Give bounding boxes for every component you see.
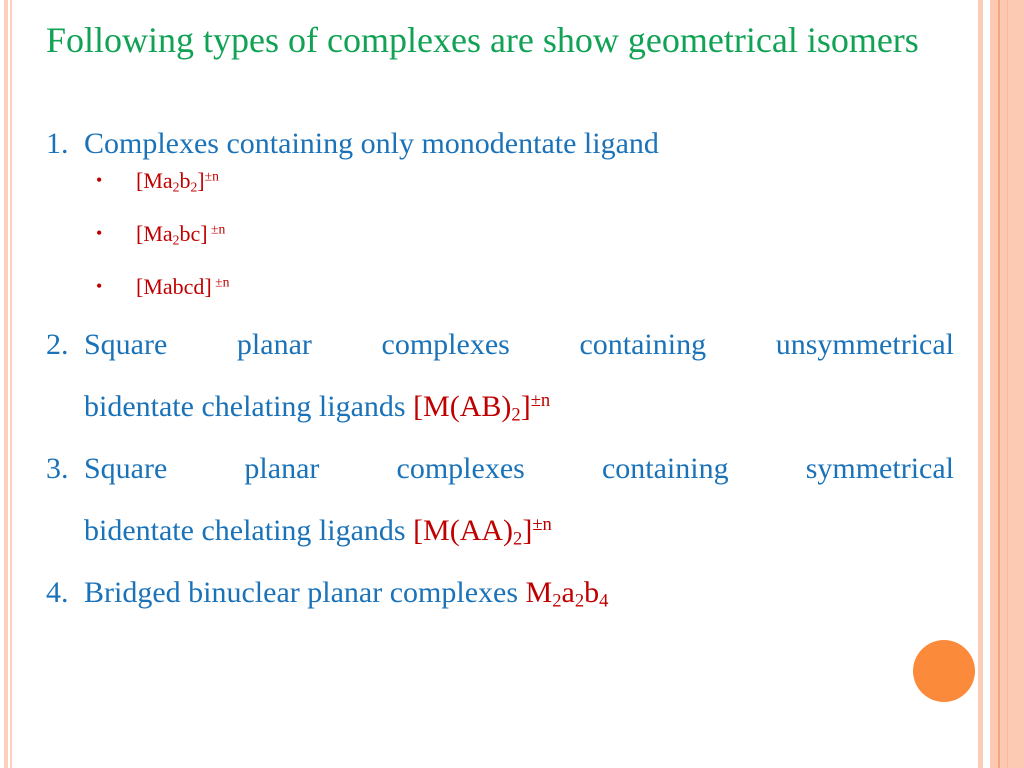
right-border-line-thin — [1007, 0, 1008, 768]
formula-ma2b2: [Ma2b2]±n — [136, 168, 219, 195]
formula-m2a2b4: M2a2b4 — [525, 576, 609, 612]
formula-m-ab-2: [M(AB)2]±n — [413, 389, 551, 426]
list-item-text-line1: Square planar complexes containing symme… — [84, 452, 954, 485]
list-item-1: 1. Complexes containing only monodentate… — [46, 122, 954, 166]
list-item-text: Complexes containing only monodentate li… — [84, 127, 659, 160]
list-number: 4. — [46, 576, 69, 609]
bullet-icon: • — [96, 223, 103, 243]
list-item-4: 4. Bridged binuclear planar complexes M2… — [46, 562, 954, 624]
slide: Following types of complexes are show ge… — [0, 0, 1024, 768]
list-item-text: Bridged binuclear planar complexes — [84, 576, 519, 609]
bullet-icon: • — [96, 276, 103, 296]
formula-m-aa-2: [M(AA)2]±n — [413, 513, 552, 550]
list-number: 2. — [46, 328, 69, 361]
list-item-3: 3. Square planar complexes containing sy… — [46, 438, 954, 562]
slide-content: 1. Complexes containing only monodentate… — [46, 122, 954, 624]
formula-mabcd: [Mabcd] ±n — [136, 274, 230, 299]
list-item-text-line2: bidentate chelating ligands [M(AA)2]±n — [84, 513, 552, 550]
left-border-stripe — [4, 0, 8, 768]
list-number: 3. — [46, 452, 69, 485]
list-number: 1. — [46, 127, 69, 160]
slide-title: Following types of complexes are show ge… — [46, 20, 919, 60]
right-border-line — [998, 0, 1000, 768]
decorative-orange-circle — [913, 640, 975, 702]
sub-list-item: • [Ma2bc] ±n — [96, 221, 954, 247]
right-border-stripe — [978, 0, 983, 768]
bullet-icon: • — [96, 170, 103, 190]
sub-list: • [Ma2b2]±n • [Ma2bc] ±n • [Mabcd] ±n — [96, 168, 954, 300]
list-item-text-line1: Square planar complexes containing unsym… — [84, 328, 954, 361]
list-item-2: 2. Square planar complexes containing un… — [46, 314, 954, 438]
left-border-stripe-thin — [10, 0, 12, 768]
sub-list-item: • [Mabcd] ±n — [96, 274, 954, 300]
list-item-text-line2: bidentate chelating ligands [M(AB)2]±n — [84, 389, 551, 426]
sub-list-item: • [Ma2b2]±n — [96, 168, 954, 194]
formula-ma2bc: [Ma2bc] ±n — [136, 221, 226, 248]
